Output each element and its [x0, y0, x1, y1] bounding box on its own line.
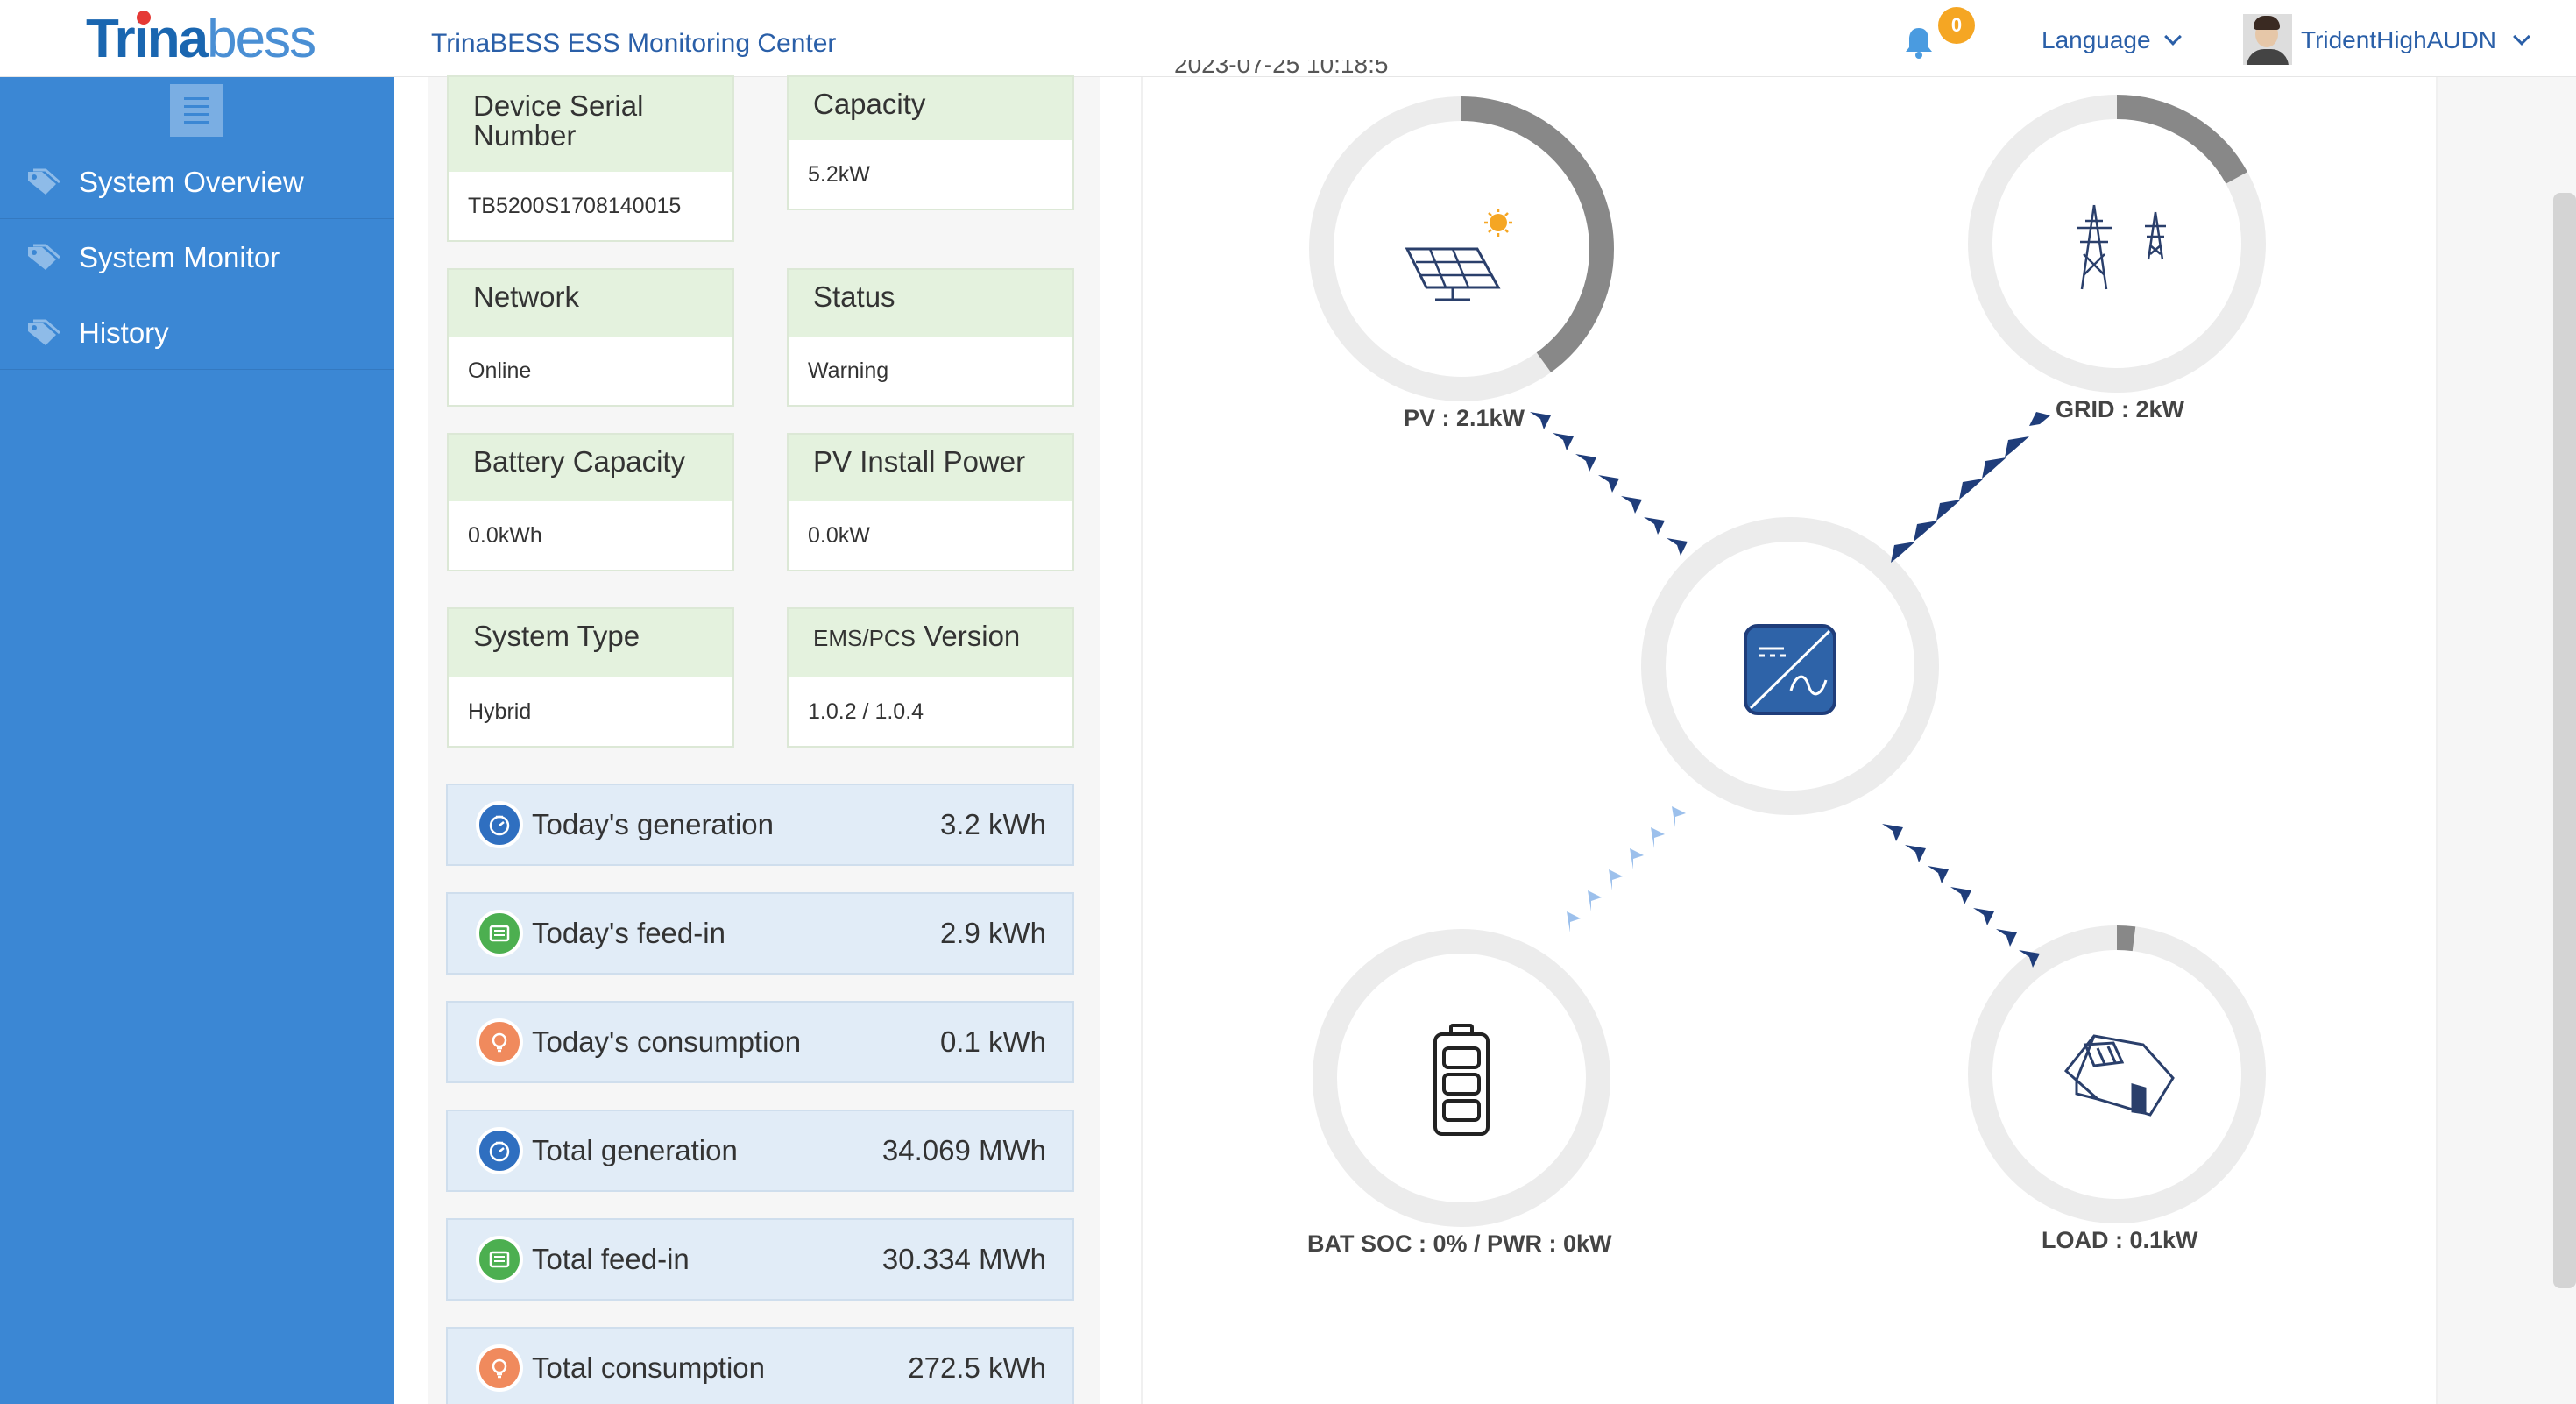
card-capacity: Capacity 5.2kW: [787, 75, 1074, 210]
card-value: 0.0kW: [808, 522, 870, 548]
stat-label: Total consumption: [532, 1351, 765, 1384]
logo-dot: [137, 11, 151, 25]
stat-total-generation: Total generation 34.069 MWh: [446, 1110, 1074, 1192]
generation-icon: [476, 801, 523, 848]
bell-icon[interactable]: [1901, 25, 1936, 60]
user-menu[interactable]: TridentHighAUDN: [2301, 26, 2530, 54]
card-title: EMS/PCS Version: [789, 609, 1072, 677]
card-value: Hybrid: [468, 698, 532, 724]
sidebar: System Overview System Monitor History: [0, 77, 394, 1404]
vertical-scrollbar[interactable]: [2553, 193, 2576, 1288]
consumption-icon: [476, 1018, 523, 1066]
card-device-serial-number: Device Serial Number TB5200S1708140015: [447, 75, 734, 242]
consumption-icon: [476, 1344, 523, 1392]
sidebar-item-system-monitor[interactable]: System Monitor: [0, 221, 394, 294]
generation-icon: [476, 1127, 523, 1174]
card-value: 5.2kW: [808, 161, 870, 187]
card-title: Status: [789, 270, 1072, 337]
tag-icon: [28, 244, 60, 270]
grid-power-label: GRID : 2kW: [2056, 396, 2185, 422]
stat-value: 34.069 MWh: [881, 1134, 1046, 1166]
user-avatar[interactable]: [2243, 14, 2292, 65]
stat-label: Today's consumption: [532, 1025, 802, 1058]
stat-label: Today's generation: [532, 808, 774, 840]
feed-in-icon: [476, 910, 523, 957]
card-value: Warning: [808, 358, 889, 383]
pv-power-label: PV : 2.1kW: [1404, 405, 1525, 431]
language-label: Language: [2042, 26, 2151, 53]
sidebar-item-system-overview[interactable]: System Overview: [0, 145, 394, 219]
card-value: Online: [468, 358, 532, 383]
stat-total-feed-in: Total feed-in 30.334 MWh: [446, 1218, 1074, 1301]
stat-todays-generation: Today's generation 3.2 kWh: [446, 784, 1074, 866]
last-update-timestamp: 2023-07-25 10:18:5: [1174, 60, 1389, 77]
sidebar-item-history[interactable]: History: [0, 296, 394, 370]
card-status: Status Warning: [787, 268, 1074, 407]
sidebar-item-label: System Overview: [79, 165, 304, 198]
load-power-label: LOAD : 0.1kW: [2042, 1227, 2198, 1253]
stat-value: 3.2 kWh: [939, 808, 1046, 840]
battery-status-label: BAT SOC : 0% / PWR : 0kW: [1307, 1230, 1612, 1257]
card-system-type: System Type Hybrid: [447, 607, 734, 748]
card-value: 0.0kWh: [468, 522, 542, 548]
card-title-suffix: Version: [916, 620, 1021, 652]
card-title: Network: [449, 270, 732, 337]
feed-in-icon: [476, 1236, 523, 1283]
language-dropdown[interactable]: Language: [2042, 26, 2182, 54]
card-pv-install-power: PV Install Power 0.0kW: [787, 433, 1074, 571]
card-value: 1.0.2 / 1.0.4: [808, 698, 924, 724]
tag-icon: [28, 319, 60, 345]
stat-value: 2.9 kWh: [939, 917, 1046, 949]
trinabess-logo[interactable]: Trina bess: [86, 7, 316, 70]
chevron-down-icon: [2513, 28, 2530, 46]
username: TridentHighAUDN: [2301, 26, 2497, 53]
sidebar-item-label: History: [79, 316, 169, 349]
stat-total-consumption: Total consumption 272.5 kWh: [446, 1327, 1074, 1404]
stat-label: Total feed-in: [532, 1243, 690, 1275]
energy-flow-panel: [1141, 77, 2438, 1404]
stat-todays-feed-in: Today's feed-in 2.9 kWh: [446, 892, 1074, 975]
stat-label: Total generation: [532, 1134, 738, 1166]
card-title: Capacity: [789, 77, 1072, 140]
logo-text-light: bess: [207, 8, 316, 69]
card-title: Device Serial Number: [449, 77, 732, 172]
notification-count-badge[interactable]: 0: [1938, 7, 1975, 44]
chevron-down-icon: [2163, 28, 2182, 46]
card-ems-pcs-version: EMS/PCS Version 1.0.2 / 1.0.4: [787, 607, 1074, 748]
card-battery-capacity: Battery Capacity 0.0kWh: [447, 433, 734, 571]
menu-toggle-button[interactable]: [170, 84, 223, 137]
stat-label: Today's feed-in: [532, 917, 725, 949]
stat-todays-consumption: Today's consumption 0.1 kWh: [446, 1001, 1074, 1083]
card-title: System Type: [449, 609, 732, 677]
stat-value: 272.5 kWh: [908, 1351, 1046, 1384]
sidebar-item-label: System Monitor: [79, 240, 280, 273]
card-title: PV Install Power: [789, 435, 1072, 501]
stat-value: 30.334 MWh: [881, 1243, 1046, 1275]
card-network: Network Online: [447, 268, 734, 407]
card-value: TB5200S1708140015: [468, 193, 682, 218]
card-title: Battery Capacity: [449, 435, 732, 501]
app-title: TrinaBESS ESS Monitoring Center: [431, 29, 837, 58]
tag-icon: [28, 168, 60, 195]
card-title-prefix: EMS/PCS: [813, 625, 916, 651]
stat-value: 0.1 kWh: [939, 1025, 1046, 1058]
